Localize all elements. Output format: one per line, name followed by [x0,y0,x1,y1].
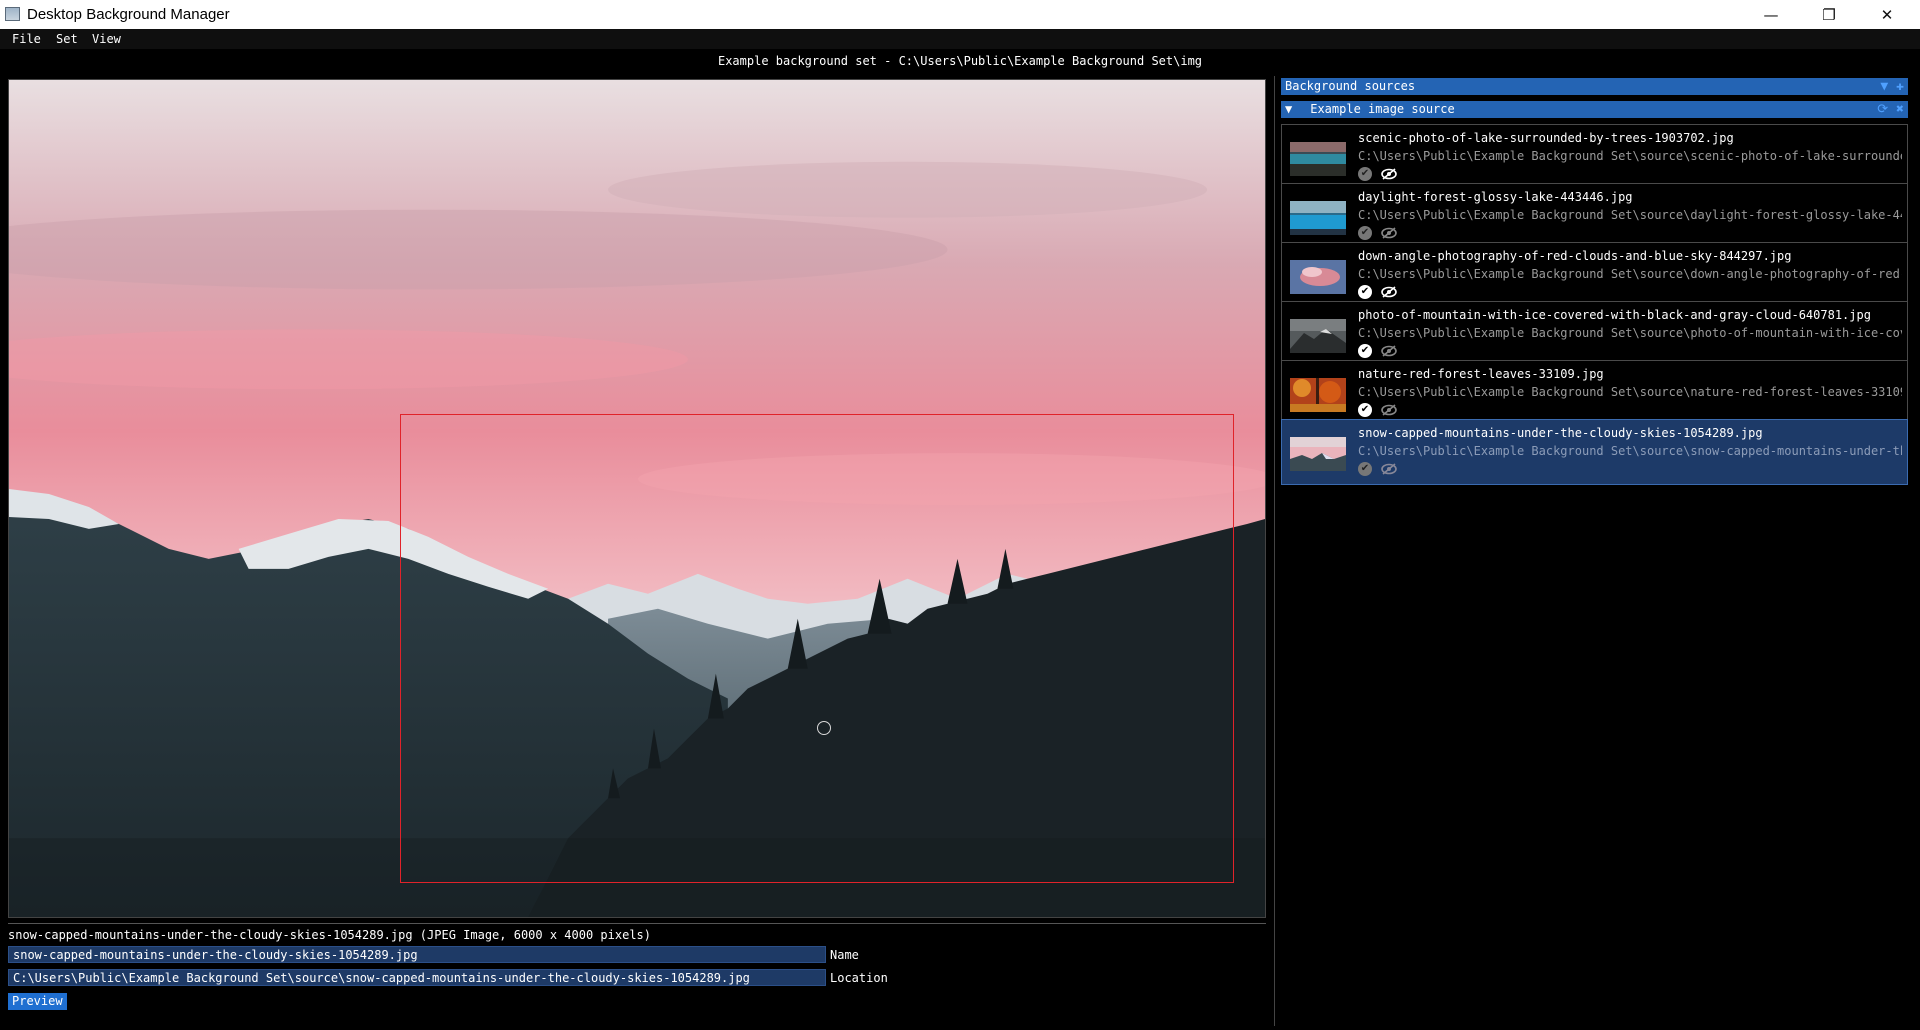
item-path: C:\Users\Public\Example Background Set\s… [1358,149,1902,163]
filter-icon[interactable]: ▼ [1880,79,1888,94]
eye-slash-icon[interactable] [1381,462,1397,476]
list-item[interactable]: photo-of-mountain-with-ice-covered-with-… [1281,301,1908,367]
set-path: Example background set - C:\Users\Public… [717,54,1203,68]
menu-bar: File Set View [0,29,1920,49]
thumbnail-image [1290,260,1346,294]
thumbnail-image [1290,437,1346,471]
item-path: C:\Users\Public\Example Background Set\s… [1358,385,1902,399]
add-source-icon[interactable]: ✚ [1896,79,1904,94]
check-icon[interactable]: ✔ [1358,344,1372,358]
item-path: C:\Users\Public\Example Background Set\s… [1358,267,1902,281]
collapse-arrow-icon[interactable]: ▼ [1285,102,1303,116]
preview-button[interactable]: Preview [8,993,67,1010]
menu-view[interactable]: View [92,32,121,46]
close-button[interactable]: ✕ [1858,0,1916,29]
item-filename: nature-red-forest-leaves-33109.jpg [1358,367,1604,381]
name-field[interactable]: snow-capped-mountains-under-the-cloudy-s… [8,946,826,963]
image-preview[interactable] [8,79,1266,918]
app-icon [5,7,20,21]
item-path: C:\Users\Public\Example Background Set\s… [1358,326,1902,340]
item-filename: down-angle-photography-of-red-clouds-and… [1358,249,1792,263]
image-info: snow-capped-mountains-under-the-cloudy-s… [8,928,651,942]
refresh-icon[interactable]: ⟳ [1877,102,1888,117]
sources-header: Background sources ▼ ✚ [1281,78,1908,95]
crop-rectangle[interactable] [400,414,1234,883]
check-icon[interactable]: ✔ [1358,167,1372,181]
maximize-button[interactable]: ❐ [1800,0,1858,29]
list-item-selected[interactable]: snow-capped-mountains-under-the-cloudy-s… [1281,419,1908,485]
check-icon[interactable]: ✔ [1358,226,1372,240]
eye-slash-icon[interactable] [1381,285,1397,299]
list-item[interactable]: down-angle-photography-of-red-clouds-and… [1281,242,1908,308]
list-item[interactable]: scenic-photo-of-lake-surrounded-by-trees… [1281,124,1908,190]
remove-source-icon[interactable]: ✖ [1896,102,1904,117]
title-bar: Desktop Background Manager — ❐ ✕ [0,0,1920,29]
crop-center-handle[interactable] [817,721,831,735]
list-item[interactable]: daylight-forest-glossy-lake-443446.jpg C… [1281,183,1908,249]
item-path: C:\Users\Public\Example Background Set\s… [1358,444,1902,458]
thumbnail-image [1290,319,1346,353]
sources-title: Background sources [1285,79,1416,93]
check-icon[interactable]: ✔ [1358,462,1372,476]
divider [8,923,1266,924]
menu-set[interactable]: Set [56,32,78,46]
eye-slash-icon[interactable] [1381,403,1397,417]
item-filename: snow-capped-mountains-under-the-cloudy-s… [1358,426,1763,440]
item-filename: daylight-forest-glossy-lake-443446.jpg [1358,190,1633,204]
location-field[interactable]: C:\Users\Public\Example Background Set\s… [8,969,826,986]
eye-slash-icon[interactable] [1381,344,1397,358]
item-filename: scenic-photo-of-lake-surrounded-by-trees… [1358,131,1734,145]
eye-slash-icon[interactable] [1381,226,1397,240]
item-path: C:\Users\Public\Example Background Set\s… [1358,208,1902,222]
check-icon[interactable]: ✔ [1358,285,1372,299]
list-item[interactable]: nature-red-forest-leaves-33109.jpg C:\Us… [1281,360,1908,426]
thumbnail-image [1290,201,1346,235]
thumbnail-image [1290,142,1346,176]
source-group-title: Example image source [1310,102,1455,116]
eye-slash-icon[interactable] [1381,167,1397,181]
check-icon[interactable]: ✔ [1358,403,1372,417]
window-title: Desktop Background Manager [27,6,230,23]
source-group-header[interactable]: ▼ Example image source ⟳ ✖ [1281,101,1908,118]
menu-file[interactable]: File [12,32,41,46]
minimize-button[interactable]: — [1742,0,1800,29]
location-label: Location [830,971,888,985]
thumbnail-image [1290,378,1346,412]
panel-splitter[interactable] [1274,76,1275,1026]
name-label: Name [830,948,859,962]
item-filename: photo-of-mountain-with-ice-covered-with-… [1358,308,1871,322]
